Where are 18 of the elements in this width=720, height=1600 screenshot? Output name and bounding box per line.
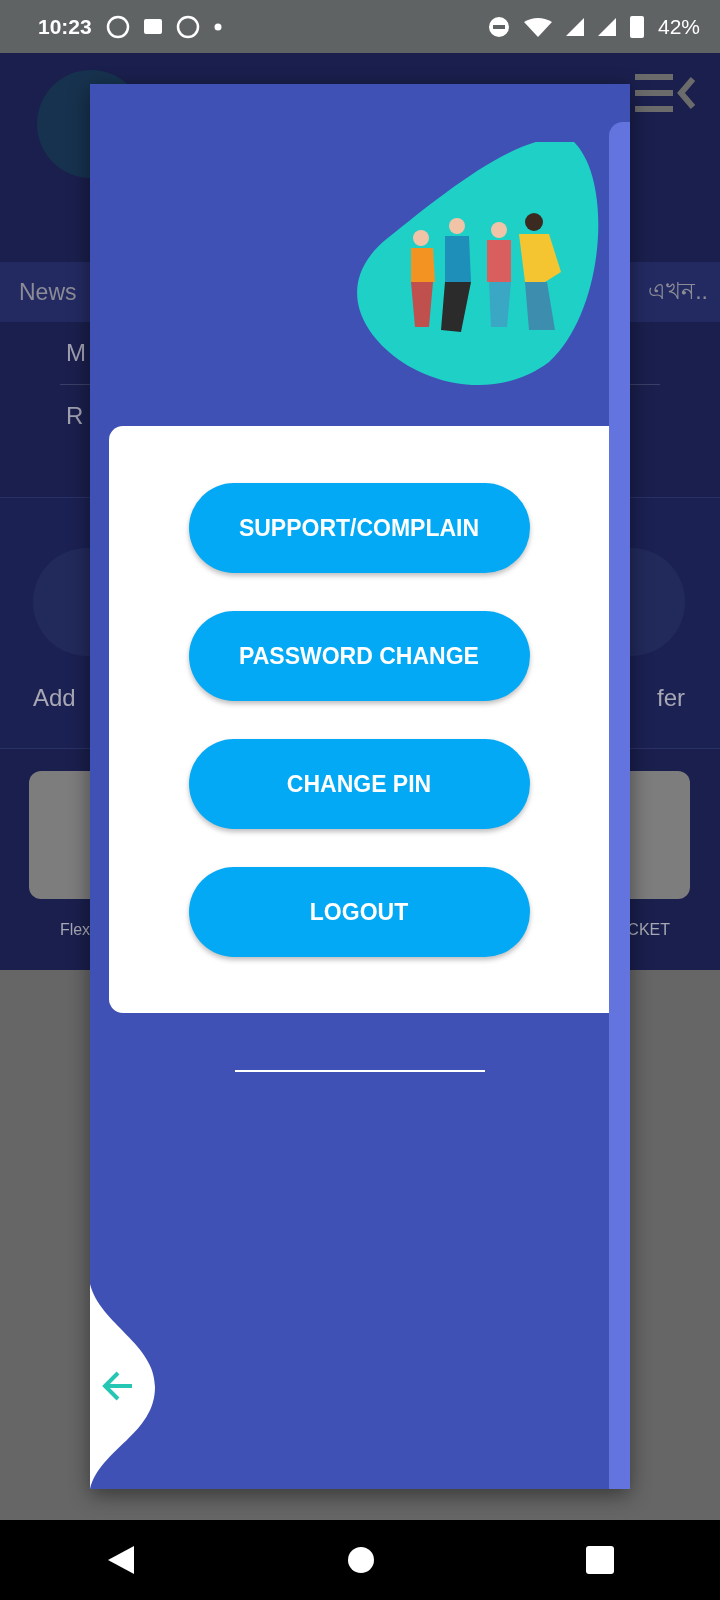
message-icon bbox=[143, 19, 162, 34]
signal-icon bbox=[597, 17, 616, 36]
wifi-icon bbox=[523, 16, 552, 37]
tile-label: Flex bbox=[59, 921, 91, 939]
battery-percent: 42% bbox=[657, 14, 700, 39]
battery-icon bbox=[629, 15, 644, 38]
menu-item[interactable]: M bbox=[66, 339, 86, 367]
action-label[interactable]: Add bbox=[33, 684, 76, 712]
news-ticker: এখন.. bbox=[648, 276, 708, 306]
recents-icon[interactable] bbox=[586, 1546, 615, 1574]
menu-item[interactable]: R bbox=[66, 402, 84, 430]
news-label: News bbox=[19, 278, 77, 306]
action-label[interactable]: fer bbox=[657, 684, 685, 712]
status-time: 10:23 bbox=[38, 14, 92, 39]
do-not-disturb-icon bbox=[487, 15, 510, 38]
signal-icon bbox=[565, 17, 584, 36]
home-icon[interactable] bbox=[347, 1546, 375, 1574]
menu-icon[interactable] bbox=[635, 73, 695, 113]
